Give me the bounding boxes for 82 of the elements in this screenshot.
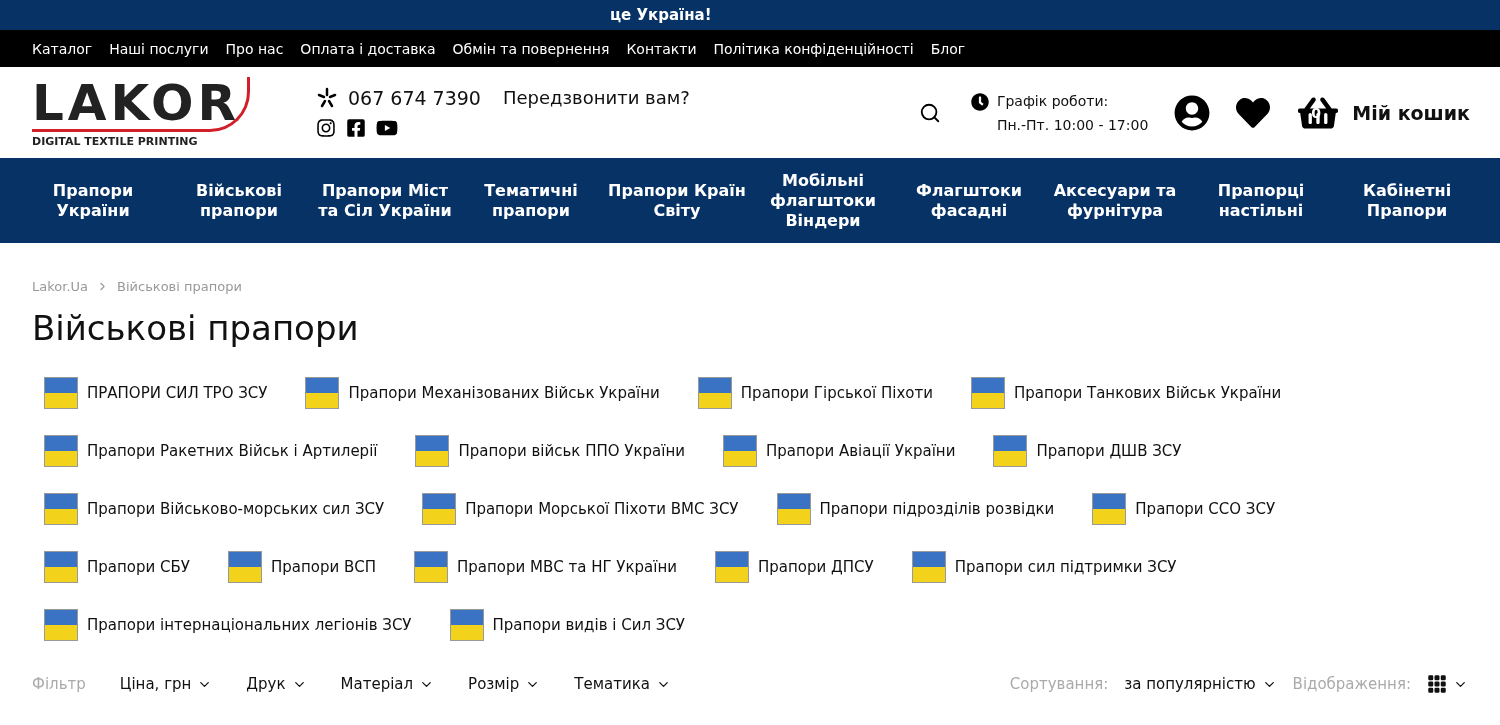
flag-thumbnail — [1092, 493, 1127, 525]
main-nav-link[interactable]: Флагштоки фасадні — [899, 180, 1039, 221]
category-link[interactable]: Прапори інтернаціональних легіонів ЗСУ — [44, 609, 412, 641]
category-link[interactable]: Прапори Механізованих Військ України — [305, 377, 660, 409]
category-link[interactable]: Прапори підрозділів розвідки — [776, 493, 1055, 525]
flag-thumbnail — [227, 551, 262, 583]
heart-icon[interactable] — [1236, 95, 1271, 130]
filter-dropdown[interactable]: Ціна, грн — [119, 675, 213, 693]
flag-thumbnail — [414, 551, 448, 583]
category-link[interactable]: Прапори Військово-морських сил ЗСУ — [44, 493, 385, 525]
filter-dropdown[interactable]: Матеріал — [340, 675, 435, 693]
category-link[interactable]: ПРАПОРИ СИЛ ТРО ЗСУ — [44, 377, 268, 409]
flag-thumbnail — [305, 377, 340, 409]
flag-thumbnail — [715, 551, 749, 583]
category-link[interactable]: Прапори Гірської Піхоти — [697, 377, 933, 409]
category-link[interactable]: Прапори Ракетних Військ і Артилерії — [44, 435, 378, 467]
sort-label: Сортування: — [1009, 675, 1109, 693]
main-nav-link[interactable]: Аксесуари та фурнітура — [1045, 180, 1185, 221]
main-nav-link[interactable]: Тематичні прапори — [461, 180, 601, 221]
flag-thumbnail — [970, 377, 1005, 409]
filter-dropdown[interactable]: Тематика — [574, 675, 671, 693]
logo[interactable]: LAKOR — [32, 77, 250, 132]
top-menu-link[interactable]: Контакти — [626, 40, 697, 57]
main-nav-link[interactable]: Прапори Країн Світу — [607, 180, 747, 221]
category-link[interactable]: Прапори СБУ — [44, 551, 190, 583]
filter-label: Фільтр — [32, 675, 86, 693]
flag-thumbnail — [697, 377, 732, 409]
sort-dropdown[interactable]: за популярністю — [1124, 675, 1277, 693]
category-link[interactable]: Прапори Авіації України — [722, 435, 956, 467]
top-menu-link[interactable]: Політика конфіденційності — [713, 40, 914, 57]
top-menu-link[interactable]: Каталог — [32, 40, 93, 57]
category-link[interactable]: Прапори Танкових Військ України — [970, 377, 1282, 409]
flag-thumbnail — [44, 609, 78, 641]
top-menu-link[interactable]: Оплата і доставка — [300, 40, 436, 57]
filter-dropdown[interactable]: Друк — [246, 675, 307, 693]
flag-thumbnail — [722, 435, 757, 467]
flag-thumbnail — [449, 609, 484, 641]
view-dropdown[interactable] — [1427, 674, 1468, 694]
asterisk-icon — [316, 86, 338, 109]
flag-thumbnail — [911, 551, 946, 583]
category-link[interactable]: Прапори видів і Сил ЗСУ — [449, 609, 685, 641]
user-icon[interactable] — [1174, 94, 1211, 131]
banner-text: це Україна! — [610, 6, 712, 24]
phone-number[interactable]: 067 674 7390 — [348, 86, 481, 109]
clock-icon — [970, 92, 989, 111]
flag-thumbnail — [415, 435, 450, 467]
search-icon[interactable] — [918, 101, 941, 124]
category-link[interactable]: Прапори ДПСУ — [715, 551, 874, 583]
category-link[interactable]: Прапори ССО ЗСУ — [1092, 493, 1276, 525]
category-link[interactable]: Прапори військ ППО України — [415, 435, 685, 467]
filter-dropdown[interactable]: Розмір — [468, 675, 541, 693]
schedule-label: Графік роботи: — [996, 92, 1110, 109]
flag-thumbnail — [993, 435, 1028, 467]
flag-thumbnail — [44, 377, 78, 409]
main-nav-link[interactable]: Прапорці настільні — [1191, 180, 1331, 221]
grid-icon — [1427, 674, 1447, 694]
category-link[interactable]: Прапори МВС та НГ України — [414, 551, 677, 583]
page-title: Військові прапори — [32, 308, 360, 348]
category-link[interactable]: Прапори ВСП — [227, 551, 376, 583]
facebook-icon[interactable] — [346, 117, 366, 138]
view-label: Відображення: — [1292, 675, 1411, 693]
logo-tagline: DIGITAL TEXTILE PRINTING — [32, 135, 199, 148]
schedule-hours: Пн.-Пт. 10:00 - 17:00 — [996, 116, 1149, 133]
main-nav-link[interactable]: Прапори України — [23, 180, 163, 221]
instagram-icon[interactable] — [316, 117, 336, 138]
flag-thumbnail — [44, 493, 78, 525]
flag-thumbnail — [776, 493, 811, 525]
category-link[interactable]: Прапори сил підтримки ЗСУ — [911, 551, 1177, 583]
flag-thumbnail — [44, 435, 78, 467]
top-menu-link[interactable]: Обмін та повернення — [452, 40, 610, 57]
flag-thumbnail — [422, 493, 457, 525]
callback-link[interactable]: Передзвонити вам? — [502, 87, 690, 108]
top-menu-link[interactable]: Наші послуги — [109, 40, 209, 57]
flag-thumbnail — [44, 551, 78, 583]
top-menu-link[interactable]: Блог — [930, 40, 966, 57]
category-link[interactable]: Прапори Морської Піхоти ВМС ЗСУ — [422, 493, 739, 525]
main-nav-link[interactable]: Мобільні флагштоки Віндери — [753, 170, 893, 231]
top-menu-link[interactable]: Про нас — [225, 40, 284, 57]
main-nav-link[interactable]: Кабінетні Прапори — [1337, 180, 1477, 221]
main-nav-link[interactable]: Військові прапори — [169, 180, 309, 221]
category-link[interactable]: Прапори ДШВ ЗСУ — [993, 435, 1182, 467]
main-nav-link[interactable]: Прапори Міст та Сіл України — [315, 180, 455, 221]
